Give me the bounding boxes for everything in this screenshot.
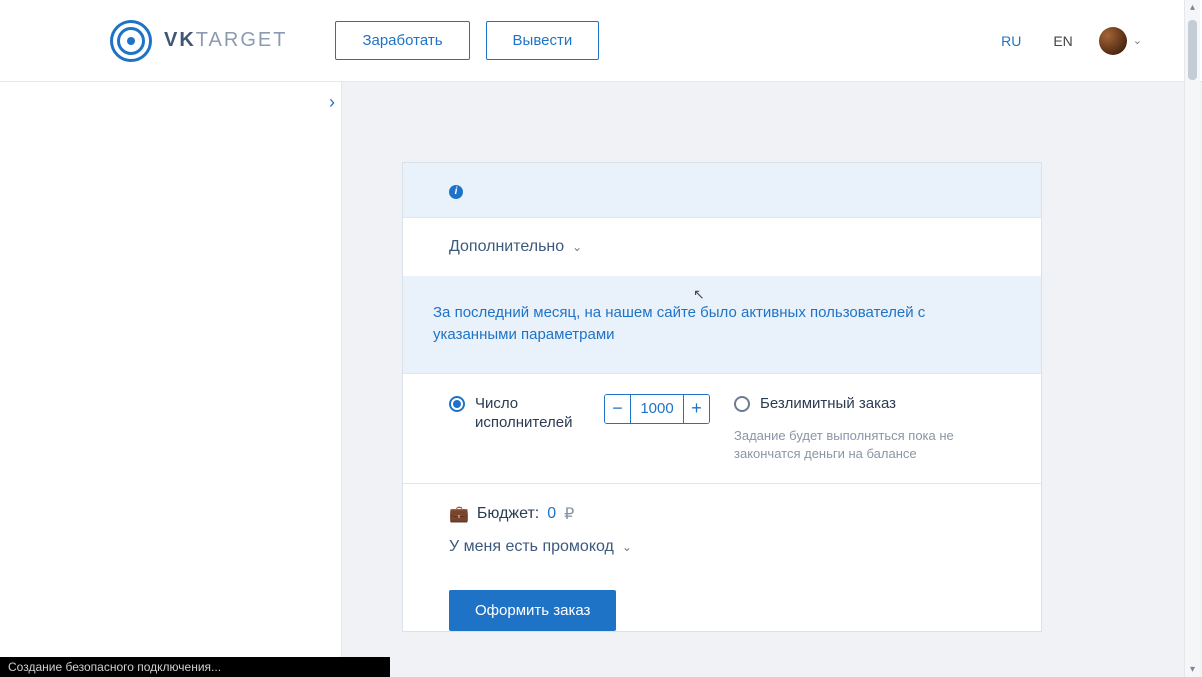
logo[interactable]: VKTARGET [110, 20, 287, 62]
radio-executors[interactable] [449, 396, 465, 412]
chevron-down-icon: ⌄ [572, 240, 582, 254]
additional-label: Дополнительно [449, 238, 564, 256]
executors-left: Число исполнителей − + [449, 394, 710, 464]
order-card: i Дополнительно ⌄ ↖ За последний месяц, … [402, 162, 1042, 632]
unlimited-hint: Задание будет выполняться пока не законч… [734, 427, 995, 463]
header-right: RU EN ⌄ [995, 27, 1202, 55]
scrollbar[interactable]: ▴ ▾ [1184, 0, 1200, 677]
executors-row: Число исполнителей − + Безлими [403, 373, 1041, 484]
header: VKTARGET Заработать Вывести RU EN ⌄ [0, 0, 1202, 82]
budget-value: 0 [547, 505, 556, 523]
main: i Дополнительно ⌄ ↖ За последний месяц, … [342, 82, 1202, 677]
stats-text: За последний месяц, на нашем сайте было … [433, 304, 925, 344]
chevron-down-icon: ⌄ [622, 540, 632, 554]
promo-expander[interactable]: У меня есть промокод ⌄ [449, 538, 632, 556]
status-text: Создание безопасного подключения... [8, 660, 221, 674]
chevron-down-icon: ⌄ [1133, 34, 1142, 47]
radio-unlimited[interactable] [734, 396, 750, 412]
executors-right: Безлимитный заказ Задание будет выполнят… [734, 394, 995, 464]
budget-label: Бюджет: [477, 505, 539, 523]
additional-expander[interactable]: Дополнительно ⌄ [449, 238, 582, 256]
earn-button[interactable]: Заработать [335, 21, 469, 60]
sidebar-toggle[interactable]: › [329, 92, 335, 113]
sidebar: › [0, 82, 342, 677]
user-menu[interactable]: ⌄ [1099, 27, 1142, 55]
lang-ru[interactable]: RU [995, 29, 1027, 53]
scroll-up-icon: ▴ [1185, 2, 1200, 13]
cursor-icon: ↖ [693, 284, 705, 305]
executors-stepper: − + [604, 394, 710, 424]
target-icon [110, 20, 152, 62]
submit-button[interactable]: Оформить заказ [449, 590, 616, 631]
wallet-icon: 💼 [449, 504, 469, 524]
scroll-thumb[interactable] [1188, 20, 1197, 80]
budget-row-wrap: 💼 Бюджет: 0 ₽ У меня есть промокод ⌄ [403, 483, 1041, 576]
scroll-down-icon: ▾ [1185, 664, 1200, 675]
promo-label: У меня есть промокод [449, 538, 614, 556]
submit-row: Оформить заказ [403, 576, 1041, 631]
withdraw-button[interactable]: Вывести [486, 21, 600, 60]
stepper-decrement[interactable]: − [605, 395, 631, 423]
avatar [1099, 27, 1127, 55]
logo-text: VKTARGET [164, 29, 287, 52]
executors-input[interactable] [631, 395, 683, 423]
unlimited-label: Безлимитный заказ [760, 394, 896, 414]
header-buttons: Заработать Вывести [335, 21, 599, 60]
info-row: i [403, 163, 1041, 217]
body: › i Дополнительно ⌄ ↖ За последний месяц… [0, 82, 1202, 677]
additional-row: Дополнительно ⌄ [403, 217, 1041, 276]
lang-en[interactable]: EN [1047, 29, 1078, 53]
status-bar: Создание безопасного подключения... [0, 657, 390, 677]
info-icon: i [449, 185, 463, 199]
stats-row: ↖ За последний месяц, на нашем сайте был… [403, 276, 1041, 373]
executors-label: Число исполнителей [475, 394, 580, 433]
ruble-icon: ₽ [564, 504, 574, 524]
stepper-increment[interactable]: + [683, 395, 709, 423]
